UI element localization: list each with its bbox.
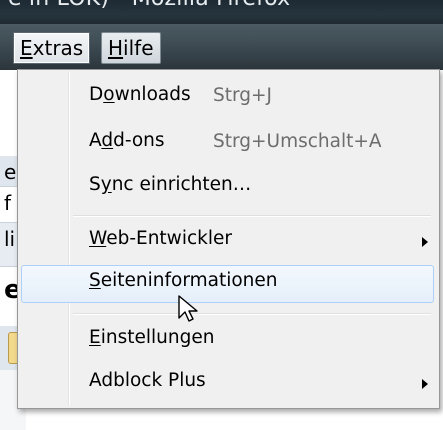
menu-item-web-entwickler[interactable]: Web-Entwickler [21,223,434,259]
menu-item-sync[interactable]: Sync einrichten… [21,169,434,205]
menu-item-shortcut: Strg+J [213,85,272,106]
menu-item-label: Sync einrichten… [89,174,252,195]
page-slice-text: f [4,191,12,215]
menu-item-shortcut: Strg+Umschalt+A [213,131,382,152]
menu-hilfe-label: ilfe [123,36,154,60]
menu-item-adblock-plus[interactable]: Adblock Plus [21,365,434,401]
submenu-arrow-icon [422,237,428,247]
menu-separator [73,215,431,217]
menu-bar: Extras Hilfe [0,24,443,70]
extras-dropdown-menu: Downloads Strg+J Add-ons Strg+Umschalt+A… [17,69,440,409]
page-slice-text: e [4,160,17,184]
menu-item-seiteninformationen[interactable]: Seiteninformationen [21,265,434,303]
menu-item-addons[interactable]: Add-ons Strg+Umschalt+A [21,125,434,161]
menu-separator [73,313,431,315]
menu-item-label: Adblock Plus [89,370,206,391]
menu-hilfe[interactable]: Hilfe [101,32,161,64]
menu-hilfe-accel: H [108,36,124,60]
window-title: e in LOK) - Mozilla Firefox [8,0,290,11]
menu-extras[interactable]: Extras [13,32,91,64]
menu-extras-accel: E [20,36,33,60]
menu-item-label: Downloads [89,84,191,105]
menu-item-label: Einstellungen [89,327,215,348]
menu-extras-label: xtras [32,36,84,60]
menu-item-label: Add-ons [89,130,165,151]
menu-item-label: Web-Entwickler [89,228,232,249]
page-slice-text: li [4,227,16,251]
mouse-pointer-icon [178,295,198,322]
menu-item-downloads[interactable]: Downloads Strg+J [21,79,434,115]
window-titlebar: e in LOK) - Mozilla Firefox [0,0,443,24]
submenu-arrow-icon [422,379,428,389]
menu-item-label: Seiteninformationen [89,270,278,291]
menu-item-einstellungen[interactable]: Einstellungen [21,322,434,358]
